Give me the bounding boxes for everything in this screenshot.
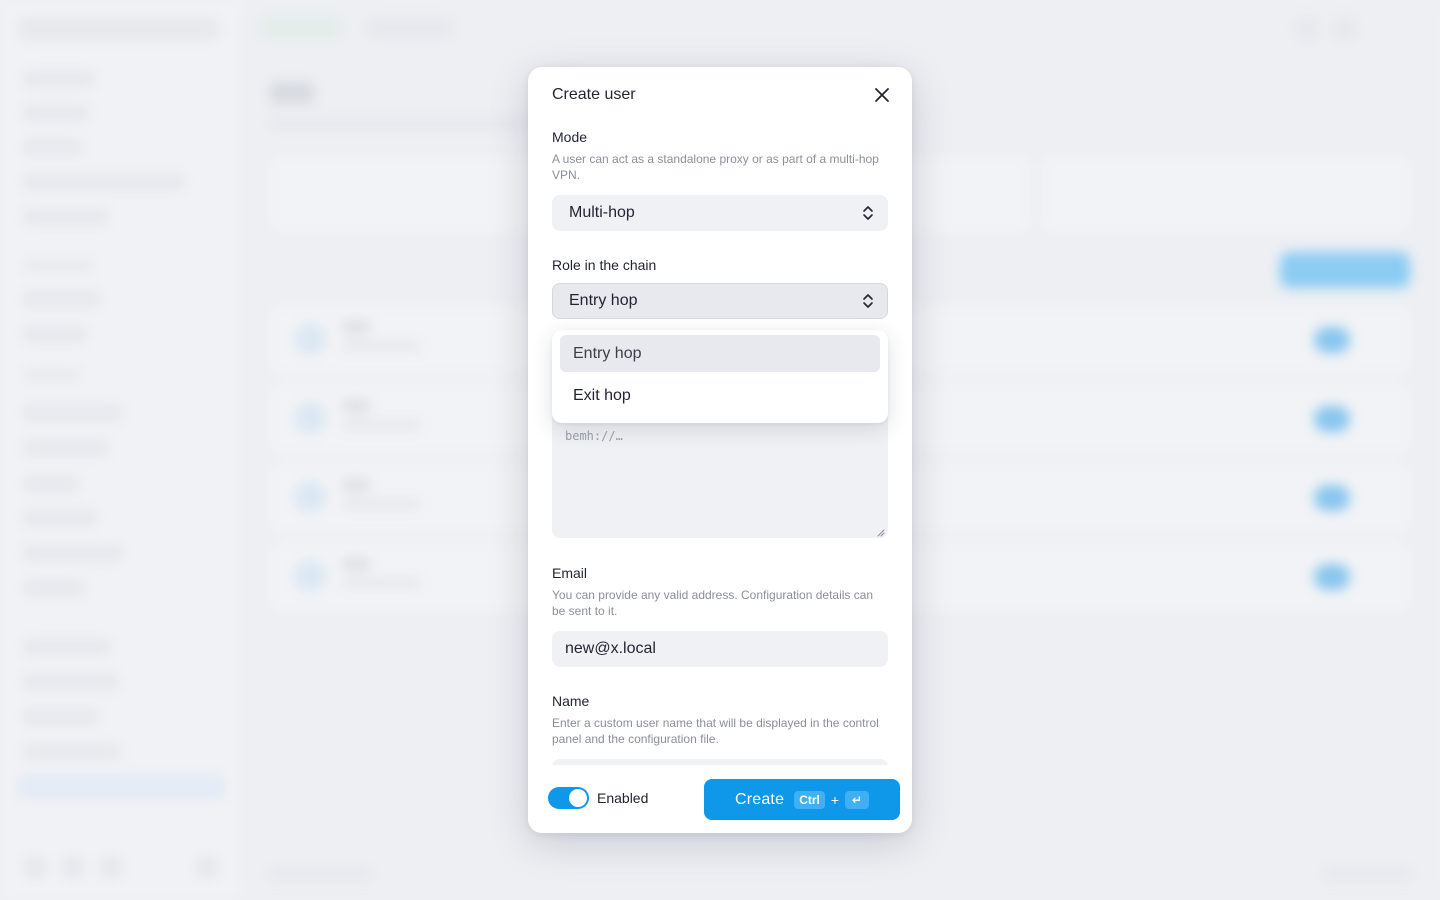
enabled-toggle-label: Enabled xyxy=(597,790,649,806)
role-label: Role in the chain xyxy=(552,257,657,273)
email-label: Email xyxy=(552,565,588,581)
create-user-dialog: Create user Mode A user can act as a sta… xyxy=(528,67,912,833)
role-option-exit-hop[interactable]: Exit hop xyxy=(560,377,880,414)
name-label: Name xyxy=(552,693,590,709)
chevron-up-down-icon xyxy=(863,294,873,308)
mode-help-text: A user can act as a standalone proxy or … xyxy=(552,152,879,182)
email-field[interactable] xyxy=(552,631,888,667)
resize-grip-icon[interactable] xyxy=(875,527,885,537)
dialog-footer: Enabled Create Ctrl + ↵ xyxy=(528,765,912,833)
chevron-up-down-icon xyxy=(863,206,873,220)
enabled-toggle[interactable] xyxy=(548,787,589,809)
mode-select[interactable]: Multi-hop xyxy=(552,195,888,231)
create-button-label: Create xyxy=(734,790,785,808)
role-option-entry-hop[interactable]: Entry hop xyxy=(560,335,880,372)
shortcut-plus: + xyxy=(830,791,840,808)
toggle-knob xyxy=(569,789,587,807)
close-icon xyxy=(875,88,889,102)
create-button[interactable]: Create Ctrl + ↵ xyxy=(704,779,900,820)
name-help-text: Enter a custom user name that will be di… xyxy=(552,716,879,746)
mode-select-value: Multi-hop xyxy=(569,204,635,221)
enter-key-icon: ↵ xyxy=(845,790,870,809)
role-select-value: Entry hop xyxy=(569,292,638,309)
mode-label: Mode xyxy=(552,129,588,145)
shortcut-ctrl-key: Ctrl xyxy=(794,790,825,809)
link-textarea[interactable] xyxy=(552,410,888,538)
role-select[interactable]: Entry hop xyxy=(552,283,888,319)
close-button[interactable] xyxy=(870,83,894,107)
role-dropdown-menu: Entry hop Exit hop xyxy=(552,330,888,423)
dialog-title: Create user xyxy=(552,86,636,103)
email-help-text: You can provide any valid address. Confi… xyxy=(552,588,874,618)
